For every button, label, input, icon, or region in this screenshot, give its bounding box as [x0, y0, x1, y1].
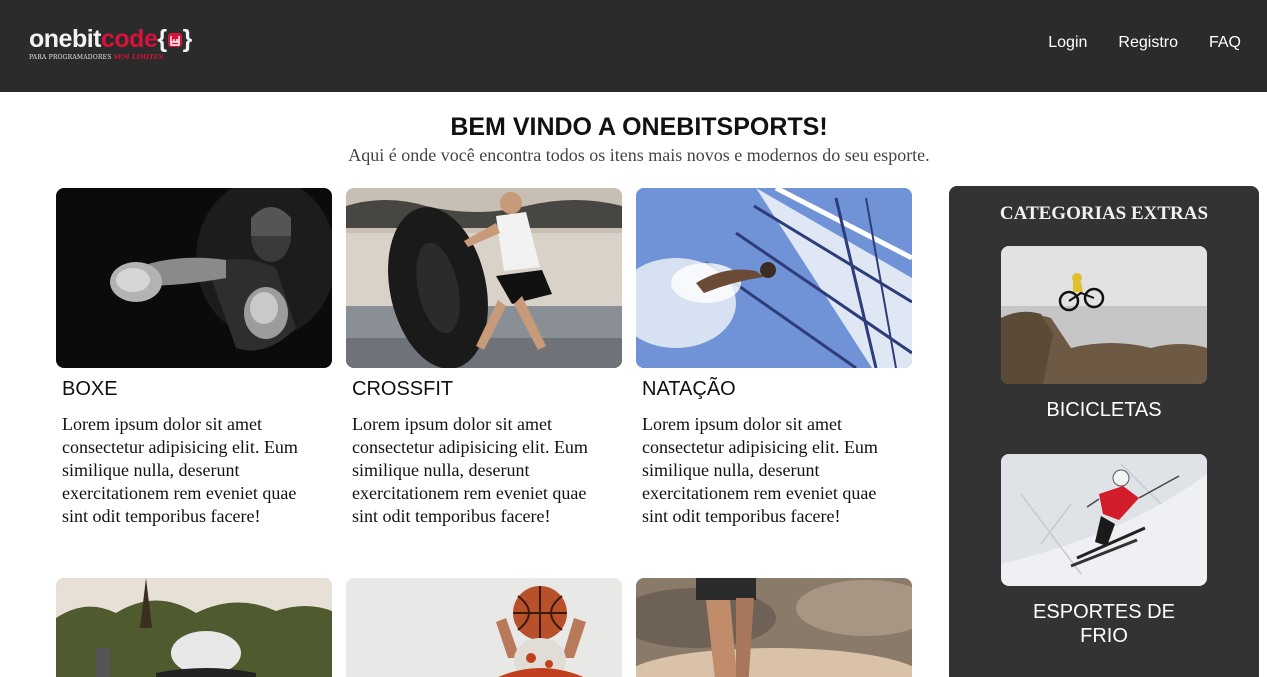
swimming-image[interactable]	[636, 188, 912, 368]
logo-tagline-red: SEM LIMITES	[113, 54, 164, 61]
card-description: Lorem ipsum dolor sit amet consectetur a…	[62, 414, 298, 526]
nav-registro-link[interactable]: Registro	[1118, 34, 1178, 52]
category-item-bicicletas[interactable]: BICICLETAS	[1001, 246, 1207, 422]
nav-faq-link[interactable]: FAQ	[1209, 34, 1241, 52]
onebitcode-logo[interactable]: onebitcode{} PARA PROGRAMADORES SEM LIMIT…	[29, 26, 219, 66]
extra-categories-sidebar: CATEGORIAS EXTRAS BICICLETAS ESPORTES DE…	[949, 186, 1259, 677]
top-navbar: onebitcode{} PARA PROGRAMADORES SEM LIMIT…	[0, 0, 1267, 92]
sidebar-title: CATEGORIAS EXTRAS	[999, 203, 1209, 224]
sport-card-boxe[interactable]: BOXE Lorem ipsum dolor sit amet consecte…	[56, 188, 332, 528]
card-title: CROSSFIT	[352, 378, 454, 400]
sport-card-basketball[interactable]	[346, 578, 622, 677]
logo-brace-open: {	[157, 25, 167, 53]
category-item-esportes-de-frio[interactable]: ESPORTES DE FRIO	[1001, 454, 1207, 648]
logo-wordmark: onebitcode{}	[29, 26, 219, 52]
sport-card-running[interactable]	[636, 578, 912, 677]
bicycle-image[interactable]	[1001, 246, 1207, 384]
logo-tagline-text: PARA PROGRAMADORES	[29, 54, 112, 61]
card-description: Lorem ipsum dolor sit amet consectetur a…	[642, 414, 878, 526]
logo-word-white: onebit	[29, 25, 102, 53]
main-nav: Login Registro FAQ	[1048, 34, 1241, 52]
sport-card-natacao[interactable]: NATAÇÃO Lorem ipsum dolor sit amet conse…	[636, 188, 912, 528]
ski-image[interactable]	[1001, 454, 1207, 586]
sport-card-workout[interactable]	[56, 578, 332, 677]
card-title: NATAÇÃO	[642, 378, 736, 400]
page-subtitle: Aqui é onde você encontra todos os itens…	[348, 145, 930, 165]
logo-word-red: code	[101, 25, 158, 53]
nav-login-link[interactable]: Login	[1048, 34, 1087, 52]
running-image[interactable]	[636, 578, 912, 677]
logo-brace-close: }	[182, 25, 193, 53]
logo-tagline: PARA PROGRAMADORES SEM LIMITES	[29, 54, 219, 61]
workout-outdoor-image[interactable]	[56, 578, 332, 677]
card-title: BOXE	[62, 378, 118, 400]
rock-hand-icon	[167, 33, 182, 47]
sport-card-crossfit[interactable]: CROSSFIT Lorem ipsum dolor sit amet cons…	[346, 188, 622, 528]
crossfit-image[interactable]	[346, 188, 622, 368]
boxing-image[interactable]	[56, 188, 332, 368]
basketball-image[interactable]	[346, 578, 622, 677]
page-title: BEM VINDO A ONEBITSPORTS!	[450, 113, 828, 141]
card-description: Lorem ipsum dolor sit amet consectetur a…	[352, 414, 588, 526]
category-label: BICICLETAS	[1046, 399, 1162, 421]
category-label: ESPORTES DE FRIO	[1033, 601, 1175, 647]
